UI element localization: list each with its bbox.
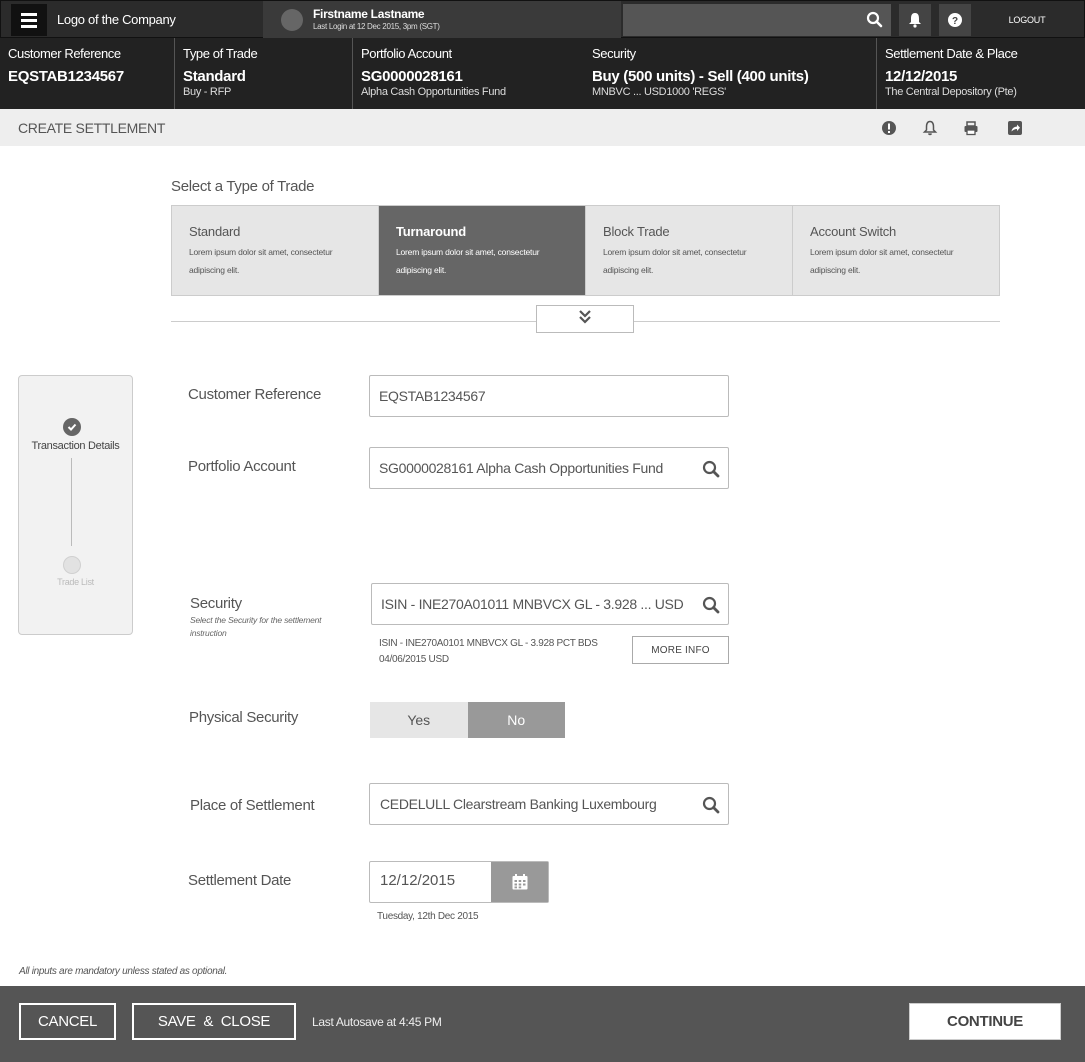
summary-label: Portfolio Account bbox=[361, 46, 452, 61]
notification-bell-icon[interactable] bbox=[922, 120, 938, 136]
security-label: Security bbox=[190, 595, 242, 612]
summary-customer-reference: Customer Reference EQSTAB1234567 bbox=[0, 38, 172, 109]
avatar bbox=[281, 9, 303, 31]
place-of-settlement-label: Place of Settlement bbox=[190, 797, 315, 814]
cancel-button[interactable]: CANCEL bbox=[19, 1003, 116, 1040]
page-title-bar: CREATE SETTLEMENT bbox=[0, 109, 1085, 146]
continue-button[interactable]: CONTINUE bbox=[909, 1003, 1061, 1040]
settlement-date-value: 12/12/2015 bbox=[380, 872, 456, 889]
summary-value: 12/12/2015 bbox=[885, 68, 958, 85]
global-search-input[interactable] bbox=[623, 4, 891, 36]
summary-label: Settlement Date & Place bbox=[885, 46, 1018, 61]
security-value: ISIN - INE270A01011 MNBVCX GL - 3.928 ..… bbox=[381, 596, 684, 612]
security-detail-text: ISIN - INE270A0101 MNBVCX GL - 3.928 PCT… bbox=[379, 638, 598, 665]
top-bar: Logo of the Company Firstname Lastname L… bbox=[0, 0, 1085, 39]
trade-summary-header: Customer Reference EQSTAB1234567 Type of… bbox=[0, 38, 1085, 109]
expand-button[interactable] bbox=[536, 305, 634, 333]
physical-security-toggle: Yes No bbox=[370, 702, 565, 738]
search-icon[interactable] bbox=[702, 460, 720, 481]
summary-sub: MNBVC ... USD1000 'REGS' bbox=[592, 86, 726, 98]
summary-sub: Buy - RFP bbox=[183, 86, 232, 98]
print-icon[interactable] bbox=[963, 120, 979, 136]
summary-label: Type of Trade bbox=[183, 46, 258, 61]
trade-type-name: Account Switch bbox=[810, 224, 897, 239]
progress-stepper: Transaction Details Trade List bbox=[18, 375, 133, 635]
summary-sub: Alpha Cash Opportunities Fund bbox=[361, 86, 506, 98]
customer-reference-input[interactable]: EQSTAB1234567 bbox=[369, 375, 729, 417]
summary-portfolio-account: Portfolio Account SG0000028161 Alpha Cas… bbox=[352, 38, 584, 109]
help-icon[interactable]: ? bbox=[939, 4, 971, 36]
settlement-date-input[interactable]: 12/12/2015 bbox=[369, 861, 549, 903]
more-info-button[interactable]: MORE INFO bbox=[632, 636, 729, 664]
checkmark-icon bbox=[63, 418, 81, 436]
calendar-icon[interactable] bbox=[491, 862, 548, 902]
step-trade-list[interactable]: Trade List bbox=[19, 577, 132, 587]
trade-type-description: Lorem ipsum dolor sit amet, consectetur … bbox=[810, 247, 954, 275]
summary-settlement-date-place: Settlement Date & Place 12/12/2015 The C… bbox=[876, 38, 1085, 109]
trade-type-description: Lorem ipsum dolor sit amet, consectetur … bbox=[396, 247, 540, 275]
customer-reference-label: Customer Reference bbox=[188, 386, 321, 403]
security-hint: Select the Security for the settlement i… bbox=[190, 615, 322, 638]
footer-action-bar: CANCEL SAVE & CLOSE Last Autosave at 4:4… bbox=[0, 986, 1085, 1062]
summary-value: SG0000028161 bbox=[361, 68, 463, 85]
svg-text:?: ? bbox=[952, 16, 958, 27]
last-login-text: Last Login at 12 Dec 2015, 3pm (SGT) bbox=[313, 22, 440, 31]
trade-type-description: Lorem ipsum dolor sit amet, consectetur … bbox=[189, 247, 333, 275]
summary-label: Customer Reference bbox=[8, 46, 121, 61]
step-transaction-details[interactable]: Transaction Details bbox=[19, 440, 132, 452]
company-logo[interactable]: Logo of the Company bbox=[57, 12, 176, 27]
share-icon[interactable] bbox=[1007, 120, 1023, 136]
trade-type-section-title: Select a Type of Trade bbox=[171, 178, 315, 195]
place-of-settlement-value: CEDELULL Clearstream Banking Luxembourg bbox=[380, 796, 657, 812]
search-icon[interactable] bbox=[866, 11, 883, 33]
portfolio-account-value: SG0000028161 Alpha Cash Opportunities Fu… bbox=[379, 460, 663, 476]
customer-reference-value: EQSTAB1234567 bbox=[379, 388, 486, 404]
logout-button[interactable]: LOGOUT bbox=[977, 1, 1077, 39]
save-close-button[interactable]: SAVE & CLOSE bbox=[132, 1003, 296, 1040]
trade-type-description: Lorem ipsum dolor sit amet, consectetur … bbox=[603, 247, 747, 275]
search-icon[interactable] bbox=[702, 796, 720, 817]
physical-security-label: Physical Security bbox=[189, 709, 299, 726]
trade-type-name: Block Trade bbox=[603, 224, 670, 239]
portfolio-account-label: Portfolio Account bbox=[188, 458, 296, 475]
summary-value: Buy (500 units) - Sell (400 units) bbox=[592, 68, 809, 85]
summary-value: EQSTAB1234567 bbox=[8, 68, 124, 85]
place-of-settlement-input[interactable]: CEDELULL Clearstream Banking Luxembourg bbox=[369, 783, 729, 825]
double-chevron-down-icon bbox=[577, 309, 593, 330]
alert-icon[interactable] bbox=[881, 120, 897, 136]
settlement-date-label: Settlement Date bbox=[188, 872, 292, 889]
security-input[interactable]: ISIN - INE270A01011 MNBVCX GL - 3.928 ..… bbox=[371, 583, 729, 625]
trade-type-name: Turnaround bbox=[396, 224, 466, 239]
trade-type-option-account-switch[interactable]: Account Switch Lorem ipsum dolor sit ame… bbox=[792, 206, 999, 295]
autosave-status: Last Autosave at 4:45 PM bbox=[312, 1015, 442, 1029]
physical-security-no-button[interactable]: No bbox=[467, 702, 565, 738]
page-title: CREATE SETTLEMENT bbox=[18, 120, 166, 136]
settlement-date-hint: Tuesday, 12th Dec 2015 bbox=[377, 911, 479, 922]
hamburger-menu-icon[interactable] bbox=[11, 4, 47, 36]
physical-security-yes-button[interactable]: Yes bbox=[370, 702, 468, 738]
trade-type-selector: Standard Lorem ipsum dolor sit amet, con… bbox=[171, 205, 1000, 296]
trade-type-option-turnaround[interactable]: Turnaround Lorem ipsum dolor sit amet, c… bbox=[378, 206, 585, 295]
user-profile[interactable]: Firstname Lastname Last Login at 12 Dec … bbox=[263, 1, 621, 39]
summary-type-of-trade: Type of Trade Standard Buy - RFP bbox=[174, 38, 351, 109]
summary-value: Standard bbox=[183, 68, 246, 85]
search-icon[interactable] bbox=[702, 596, 720, 617]
summary-label: Security bbox=[592, 46, 636, 61]
portfolio-account-input[interactable]: SG0000028161 Alpha Cash Opportunities Fu… bbox=[369, 447, 729, 489]
notifications-bell-icon[interactable] bbox=[899, 4, 931, 36]
trade-type-name: Standard bbox=[189, 224, 241, 239]
summary-security: Security Buy (500 units) - Sell (400 uni… bbox=[584, 38, 872, 109]
trade-type-option-standard[interactable]: Standard Lorem ipsum dolor sit amet, con… bbox=[172, 206, 378, 295]
step-pending-dot bbox=[63, 556, 81, 574]
trade-type-option-block-trade[interactable]: Block Trade Lorem ipsum dolor sit amet, … bbox=[585, 206, 792, 295]
step-connector bbox=[71, 458, 72, 546]
user-name: Firstname Lastname bbox=[313, 7, 425, 21]
summary-sub: The Central Depository (Pte) bbox=[885, 86, 1017, 98]
mandatory-note: All inputs are mandatory unless stated a… bbox=[19, 966, 228, 977]
